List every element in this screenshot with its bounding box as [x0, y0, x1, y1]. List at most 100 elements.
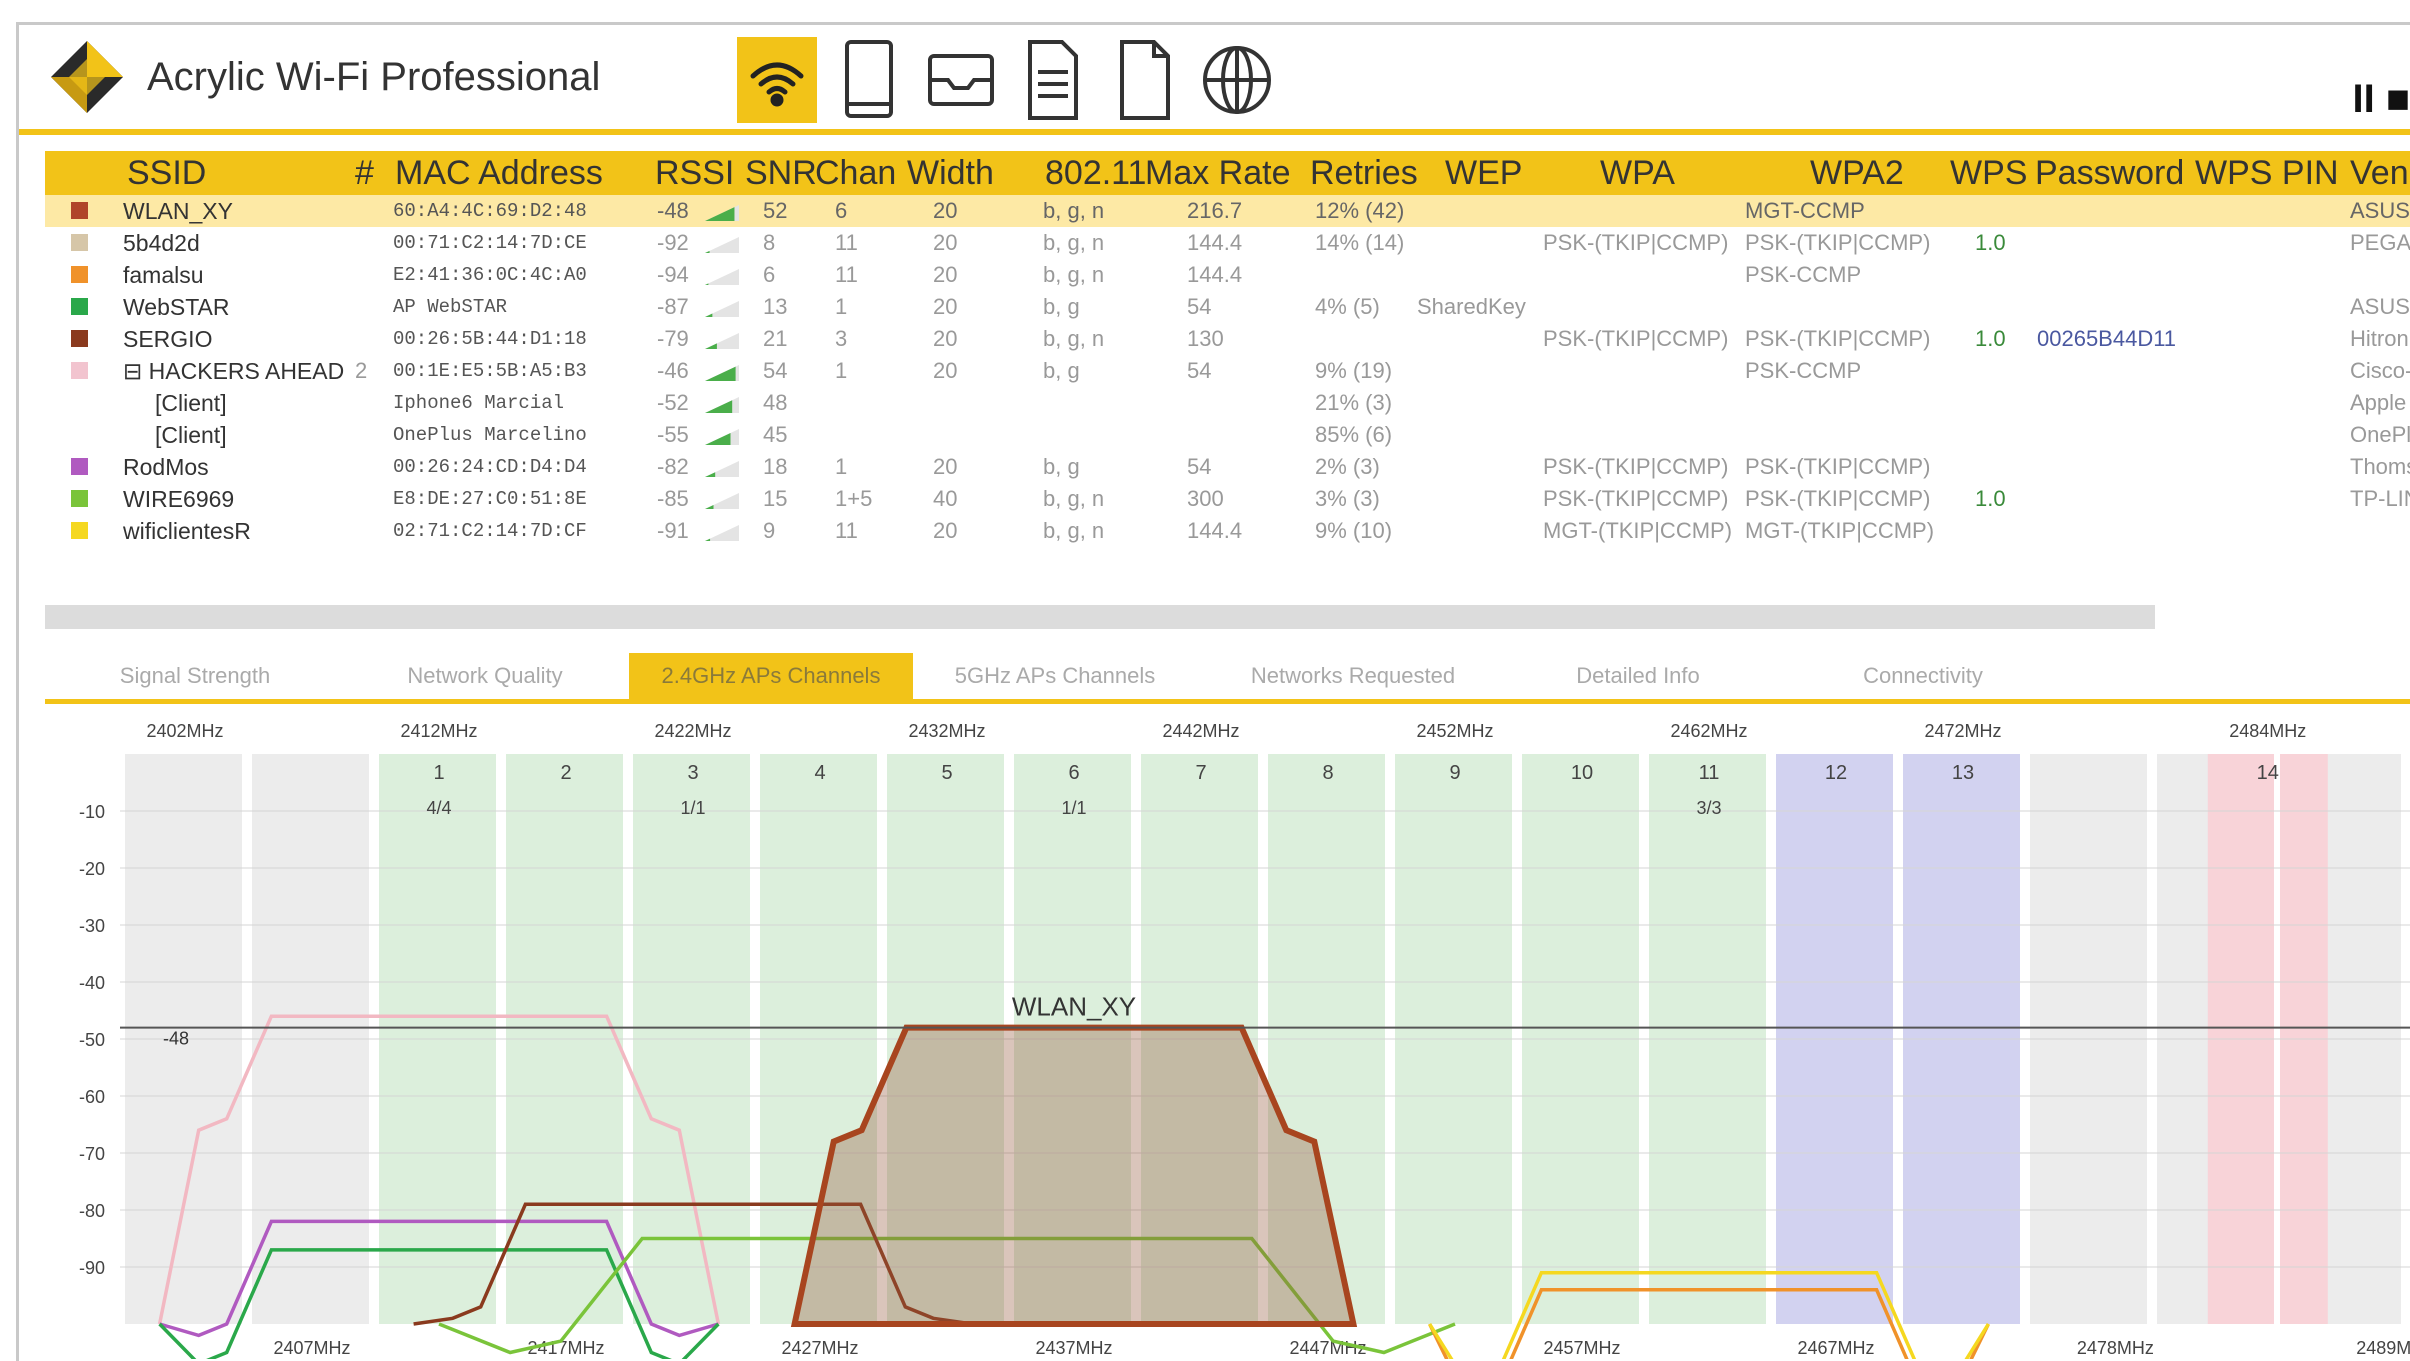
tab-detailed-info[interactable]: Detailed Info [1503, 653, 1773, 699]
tab-connectivity[interactable]: Connectivity [1773, 653, 2073, 699]
table-row[interactable]: wificlientesR 02:71:C2:14:7D:CF -91 9 11 20 b,… [45, 515, 2410, 547]
y-tick-label: -30 [79, 916, 105, 936]
column-header-password[interactable]: Password [2035, 154, 2184, 193]
table-row[interactable]: [Client] Iphone6 Marcial -52 48 21% (3) Apple [45, 387, 2410, 419]
cell-wpa2: MGT-CCMP [1745, 198, 1865, 223]
cell-mac: 00:26:5B:44:D1:18 [393, 328, 587, 350]
cell-mac: E8:DE:27:C0:51:8E [393, 488, 587, 510]
cell-width: 20 [933, 198, 958, 223]
bottom-frequency-label: 2489MHz [2356, 1338, 2410, 1358]
column-header-chan[interactable]: Chan [815, 154, 896, 193]
cell-wpa2: PSK-CCMP [1745, 358, 1862, 383]
tab-2-4ghz-aps-channels[interactable]: 2.4GHz APs Channels [629, 653, 913, 699]
channel-number: 7 [1195, 762, 1206, 784]
signal-bar-icon [705, 301, 739, 317]
table-row[interactable]: WebSTAR AP WebSTAR -87 13 1 20 b, g 54 4% (5) Sha… [45, 291, 2410, 323]
cell-mac: OnePlus Marcelino [393, 424, 587, 446]
wifi-icon[interactable] [737, 37, 817, 123]
mobile-device-icon[interactable] [829, 37, 909, 123]
cell-std: b, g, n [1043, 198, 1105, 223]
cell-std: b, g, n [1043, 326, 1105, 351]
inbox-icon[interactable] [921, 37, 1001, 123]
column-header-rssi[interactable]: RSSI [655, 154, 734, 193]
top-frequency-label: 2402MHz [146, 721, 223, 741]
cell-width: 20 [933, 454, 958, 479]
column-header-std[interactable]: 802.11 [1045, 154, 1146, 193]
globe-icon[interactable] [1197, 37, 1277, 123]
bottom-frequency-label: 2447MHz [1289, 1338, 1366, 1358]
tab-networks-requested[interactable]: Networks Requested [1203, 653, 1503, 699]
column-header-wpa[interactable]: WPA [1600, 154, 1675, 193]
signal-bar-icon [705, 237, 739, 253]
cell-wpa2: PSK-(TKIP|CCMP) [1745, 230, 1931, 255]
column-header-num[interactable]: # [355, 154, 374, 193]
cell-retries: 12% (42) [1315, 198, 1405, 223]
cell-wpa: PSK-(TKIP|CCMP) [1543, 454, 1729, 479]
column-header-wps[interactable]: WPS [1950, 154, 2027, 193]
highlighted-network-label: WLAN_XY [1012, 992, 1136, 1022]
column-header-width[interactable]: Width [907, 154, 994, 193]
channel-number: 8 [1322, 762, 1333, 784]
cell-rssi: -94 [657, 262, 689, 287]
cell-mac: AP WebSTAR [393, 296, 508, 318]
cell-mac: 60:A4:4C:69:D2:48 [393, 200, 587, 222]
column-header-wep[interactable]: WEP [1445, 154, 1522, 193]
cell-chan: 6 [835, 198, 848, 223]
column-header-ssid[interactable]: SSID [127, 154, 206, 193]
column-header-rate[interactable]: Max Rate [1145, 154, 1291, 193]
tab-network-quality[interactable]: Network Quality [365, 653, 605, 699]
table-row[interactable]: ⊟ HACKERS AHEAD 2 00:1E:E5:5B:A5:B3 -46 54 1 2… [45, 355, 2410, 387]
cell-rate: 216.7 [1187, 198, 1243, 223]
bottom-frequency-label: 2407MHz [273, 1338, 350, 1358]
table-row[interactable]: famalsu E2:41:36:0C:4C:A0 -94 6 11 20 b, g, n 1… [45, 259, 2410, 291]
cell-retries: 85% (6) [1315, 422, 1393, 447]
cell-snr: 48 [763, 390, 788, 415]
column-header-retries[interactable]: Retries [1310, 154, 1418, 193]
tab-5ghz-aps-channels[interactable]: 5GHz APs Channels [925, 653, 1185, 699]
cell-width: 40 [933, 486, 958, 511]
network-color-swatch [71, 490, 88, 507]
column-header-mac[interactable]: MAC Address [395, 154, 603, 193]
cell-mac: 00:71:C2:14:7D:CE [393, 232, 587, 254]
table-row[interactable]: WLAN_XY 60:A4:4C:69:D2:48 -48 52 6 20 b, g, n 2… [45, 195, 2410, 227]
pause-stop-controls[interactable]: II ■ [2353, 77, 2410, 122]
channel-number: 11 [1699, 762, 1720, 784]
cell-vendor: PEGAT [2350, 230, 2410, 255]
channel-number: 12 [1825, 762, 1847, 784]
signal-bar-icon [705, 397, 739, 413]
column-header-vendor[interactable]: Venc [2350, 154, 2410, 193]
table-row[interactable]: 5b4d2d 00:71:C2:14:7D:CE -92 8 11 20 b, g, n 14… [45, 227, 2410, 259]
cell-vendor: Apple [2350, 390, 2407, 415]
horizontal-scrollbar[interactable] [45, 605, 2155, 629]
cell-std: b, g, n [1043, 518, 1105, 543]
cell-std: b, g, n [1043, 230, 1105, 255]
cell-snr: 8 [763, 230, 776, 255]
document-icon[interactable] [1013, 37, 1093, 123]
cell-ssid: WIRE6969 [123, 486, 235, 512]
tab-signal-strength[interactable]: Signal Strength [85, 653, 305, 699]
column-header-wpa2[interactable]: WPA2 [1810, 154, 1904, 193]
cell-vendor: TP-LIN [2350, 486, 2410, 511]
brand: Acrylic Wi-Fi Professional [49, 39, 600, 115]
cell-std: b, g, n [1043, 262, 1105, 287]
blank-page-icon[interactable] [1105, 37, 1185, 123]
table-row[interactable]: WIRE6969 E8:DE:27:C0:51:8E -85 15 1+5 40 b, g,… [45, 483, 2410, 515]
table-row[interactable]: RodMos 00:26:24:CD:D4:D4 -82 18 1 20 b, g 54 2% … [45, 451, 2410, 483]
cell-ssid: 5b4d2d [123, 230, 200, 256]
cell-rssi: -91 [657, 518, 689, 543]
cell-rate: 144.4 [1187, 262, 1243, 287]
tab-bar: Signal Strength Network Quality 2.4GHz APs… [45, 653, 2410, 704]
cell-wep: SharedKey [1417, 294, 1526, 319]
cell-mac: 00:1E:E5:5B:A5:B3 [393, 360, 587, 382]
cell-snr: 13 [763, 294, 788, 319]
table-row[interactable]: SERGIO 00:26:5B:44:D1:18 -79 21 3 20 b, g, n 13… [45, 323, 2410, 355]
column-header-snr[interactable]: SNR [745, 154, 817, 193]
cell-mac: E2:41:36:0C:4C:A0 [393, 264, 587, 286]
cell-snr: 9 [763, 518, 776, 543]
app-logo-icon [51, 41, 123, 113]
table-row[interactable]: [Client] OnePlus Marcelino -55 45 85% (6) One… [45, 419, 2410, 451]
bottom-frequency-label: 2467MHz [1797, 1338, 1874, 1358]
cell-rssi: -87 [657, 294, 689, 319]
y-tick-label: -80 [79, 1201, 105, 1221]
column-header-pin[interactable]: WPS PIN [2195, 154, 2339, 193]
